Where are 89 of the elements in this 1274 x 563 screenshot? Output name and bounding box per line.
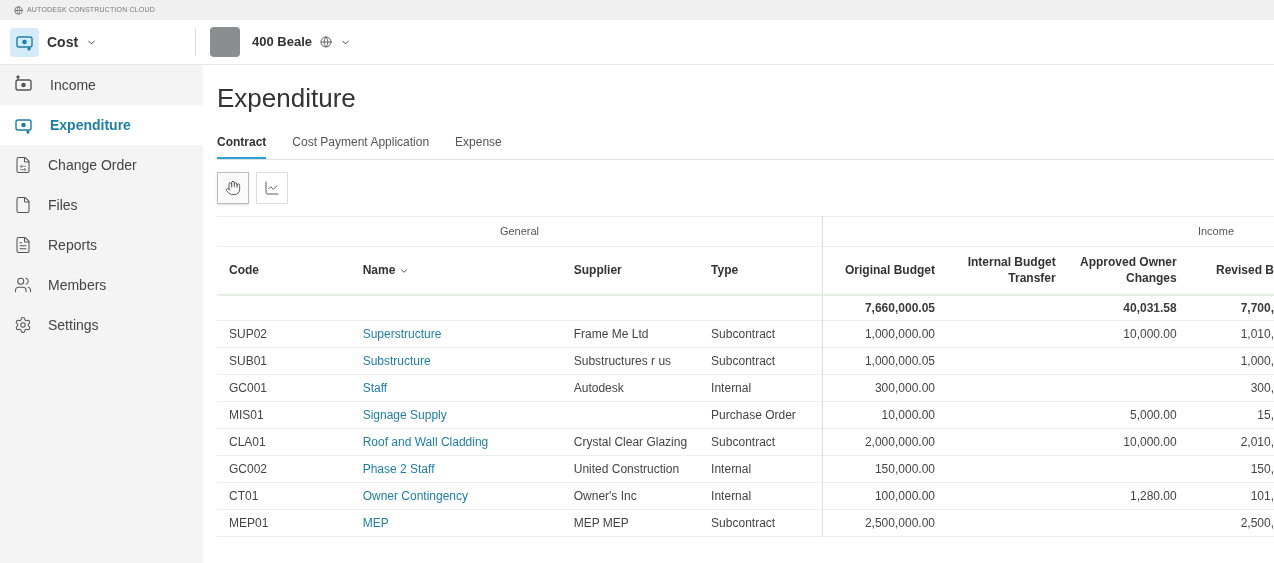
contract-link[interactable]: Substructure xyxy=(350,347,562,375)
contract-link[interactable]: Phase 2 Staff xyxy=(350,455,562,483)
table-cell: 150,000.00 xyxy=(822,455,947,483)
contract-link[interactable]: Signage Supply xyxy=(350,401,562,429)
table-cell: MEP01 xyxy=(217,509,351,537)
table-cell: 150, xyxy=(1188,455,1274,483)
column-header[interactable]: Approved Owner Changes xyxy=(1067,246,1189,295)
table-cell: Subcontract xyxy=(699,347,823,375)
total-cell: 7,700, xyxy=(1188,294,1274,321)
table-cell: Subcontract xyxy=(699,509,823,537)
table-cell: 1,000,000.05 xyxy=(822,347,947,375)
table-cell: 10,000.00 xyxy=(1067,428,1189,456)
table-cell: CT01 xyxy=(217,482,351,510)
total-cell: 40,031.58 xyxy=(1067,294,1189,321)
toolbar-button[interactable] xyxy=(217,172,249,204)
table-cell: MEP MEP xyxy=(561,509,700,537)
column-header[interactable]: Supplier xyxy=(561,246,700,295)
table-cell: 100,000.00 xyxy=(822,482,947,510)
sidebar-item[interactable]: Members xyxy=(0,265,203,305)
table-cell: Autodesk xyxy=(561,374,700,402)
table-cell: Internal xyxy=(699,455,823,483)
tab[interactable]: Contract xyxy=(217,133,267,159)
table-cell: 15, xyxy=(1188,401,1274,429)
table-cell: Purchase Order xyxy=(699,401,823,429)
table-cell: 101, xyxy=(1188,482,1274,510)
column-header[interactable]: Internal Budget Transfer xyxy=(947,246,1068,295)
toolbar-button[interactable] xyxy=(256,172,288,204)
table-cell: 1,010, xyxy=(1188,320,1274,348)
column-header[interactable]: Original Budget xyxy=(822,246,947,295)
file-icon xyxy=(14,196,32,214)
table-cell: GC002 xyxy=(217,455,351,483)
table-cell: 300, xyxy=(1188,374,1274,402)
logo-icon xyxy=(14,5,23,15)
table-cell: 2,010, xyxy=(1188,428,1274,456)
table-cell: 1,280.00 xyxy=(1067,482,1189,510)
table-cell: 2,000,000.00 xyxy=(822,428,947,456)
table-cell: 2,500,000.00 xyxy=(822,509,947,537)
table-cell: Substructures r us xyxy=(561,347,700,375)
sidebar-item[interactable]: Settings xyxy=(0,305,203,345)
contract-link[interactable]: Superstructure xyxy=(350,320,562,348)
page-title: Expenditure xyxy=(217,85,357,111)
table-cell: Subcontract xyxy=(699,428,823,456)
sidebar-item[interactable]: Reports xyxy=(0,225,203,265)
report-icon xyxy=(14,236,32,254)
table-cell: Frame Me Ltd xyxy=(561,320,700,348)
sidebar-item[interactable]: Files xyxy=(0,185,203,225)
table-cell: GC001 xyxy=(217,374,351,402)
table-cell: 300,000.00 xyxy=(822,374,947,402)
table-cell: Crystal Clear Glazing xyxy=(561,428,700,456)
contract-link[interactable]: Staff xyxy=(350,374,562,402)
contract-link[interactable]: Owner Contingency xyxy=(350,482,562,510)
tab[interactable]: Expense xyxy=(455,133,502,159)
table-cell: 2,500, xyxy=(1188,509,1274,537)
table-cell: Owner's Inc xyxy=(561,482,700,510)
total-cell: 7,660,000.05 xyxy=(822,294,947,321)
members-icon xyxy=(14,276,32,294)
line-chart-icon xyxy=(264,180,280,196)
table-cell: 5,000.00 xyxy=(1067,401,1189,429)
column-group-header: General xyxy=(499,225,540,238)
table-cell: 1,000,000.00 xyxy=(822,320,947,348)
globe-icon xyxy=(320,36,332,48)
column-header[interactable]: Code xyxy=(217,246,351,295)
column-group-header: Income xyxy=(1197,225,1234,238)
table-cell: Internal xyxy=(699,374,823,402)
contract-link[interactable]: Roof and Wall Cladding xyxy=(350,428,562,456)
sidebar-item[interactable]: Change Order xyxy=(0,145,203,185)
tab[interactable]: Cost Payment Application xyxy=(292,133,430,159)
column-header[interactable]: Name xyxy=(350,246,562,295)
column-header[interactable]: Revised B xyxy=(1188,246,1274,295)
table-cell: Internal xyxy=(699,482,823,510)
contract-link[interactable]: MEP xyxy=(350,509,562,537)
photo-placeholder xyxy=(210,27,240,57)
table-cell: SUP02 xyxy=(217,320,351,348)
sidebar-item[interactable]: Expenditure xyxy=(0,105,203,145)
table-cell: MIS01 xyxy=(217,401,351,429)
project-selector[interactable]: 400 Beale xyxy=(252,32,351,52)
table-cell: SUB01 xyxy=(217,347,351,375)
table-cell: United Construction xyxy=(561,455,700,483)
hand-icon xyxy=(225,180,241,196)
table-cell: 1,000, xyxy=(1188,347,1274,375)
column-header[interactable]: Type xyxy=(699,246,823,295)
sidebar-item[interactable]: Income xyxy=(0,65,203,105)
table-cell: Subcontract xyxy=(699,320,823,348)
table-cell: 10,000.00 xyxy=(1067,320,1189,348)
table-cell: 10,000.00 xyxy=(822,401,947,429)
settings-icon xyxy=(14,316,32,334)
module-selector[interactable]: Cost xyxy=(47,31,98,53)
document-arrows-icon xyxy=(14,156,32,174)
table-cell: CLA01 xyxy=(217,428,351,456)
